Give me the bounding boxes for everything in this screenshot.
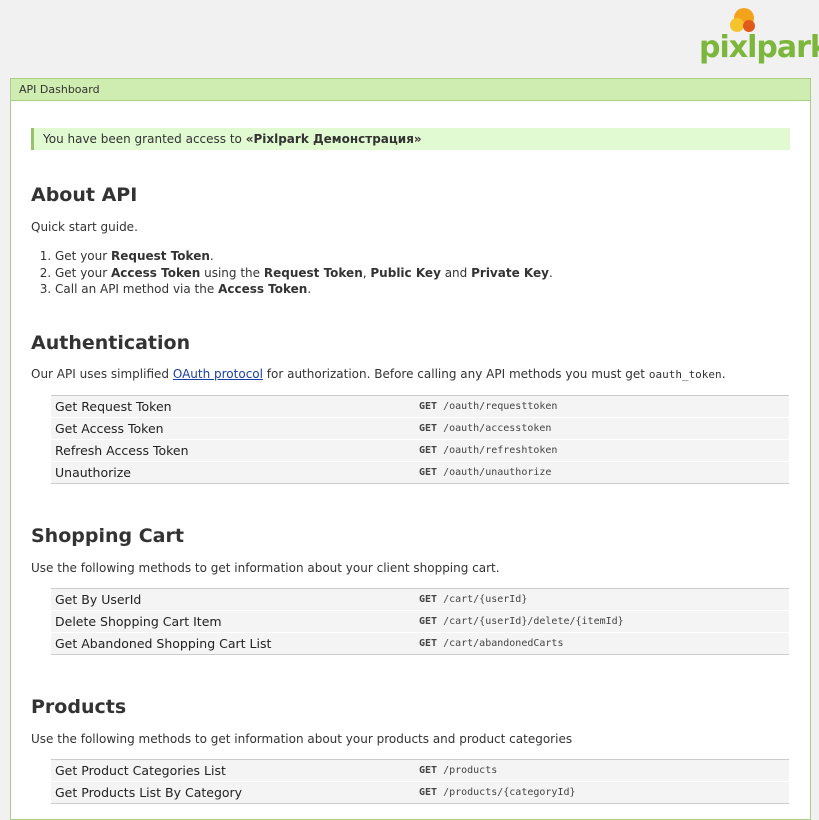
authentication-section: Authentication Our API uses simplified O… — [31, 331, 790, 484]
pixlpark-logo[interactable]: pixlpark — [699, 8, 819, 70]
method-row[interactable]: Unauthorize GET/oauth/unauthorize — [51, 461, 789, 483]
method-route: GET/cart/{userId}/delete/{itemId} — [419, 616, 624, 627]
method-route: GET/cart/abandonedCarts — [419, 638, 563, 649]
endpoint-path: /oauth/unauthorize — [443, 466, 552, 478]
quick-start-step: Call an API method via the Access Token. — [55, 281, 790, 298]
http-verb: GET — [419, 786, 438, 798]
oauth-protocol-link[interactable]: OAuth protocol — [173, 367, 263, 381]
http-verb: GET — [419, 615, 438, 627]
http-verb: GET — [419, 466, 438, 478]
method-row[interactable]: Get Access Token GET/oauth/accesstoken — [51, 417, 789, 440]
endpoint-path: /cart/{userId} — [443, 593, 528, 605]
notice-text: You have been granted access to — [43, 132, 246, 146]
method-row[interactable]: Get Products List By Category GET/product… — [51, 781, 789, 803]
panel-title: API Dashboard — [11, 79, 810, 101]
quick-start-steps: Get your Request Token.Get your Access T… — [31, 248, 790, 298]
about-intro: Quick start guide. — [31, 220, 138, 234]
step-text: and — [440, 265, 472, 280]
method-name-link[interactable]: Delete Shopping Cart Item — [51, 614, 419, 629]
method-name-link[interactable]: Get Access Token — [51, 421, 419, 436]
http-verb: GET — [419, 593, 438, 605]
products-heading: Products — [31, 695, 127, 718]
step-text: . — [548, 265, 553, 280]
endpoint-path: /products/{categoryId} — [443, 786, 576, 798]
oauth-token-code: oauth_token — [648, 367, 722, 381]
step-text: Get your — [55, 265, 111, 280]
method-name-link[interactable]: Get Products List By Category — [51, 785, 419, 800]
authentication-desc: Our API uses simplified OAuth protocol f… — [31, 366, 790, 383]
shopping-cart-heading: Shopping Cart — [31, 524, 184, 547]
method-name-link[interactable]: Unauthorize — [51, 465, 419, 480]
products-section: Products Use the following methods to ge… — [31, 695, 790, 804]
logo-text: pixlpark — [699, 30, 819, 65]
endpoint-path: /oauth/accesstoken — [443, 422, 552, 434]
access-notice: You have been granted access to «Pixlpar… — [31, 128, 790, 150]
about-heading: About API — [31, 184, 138, 206]
method-name-link[interactable]: Get Request Token — [51, 399, 419, 414]
api-dashboard-panel: API Dashboard You have been granted acce… — [10, 78, 811, 820]
panel-body: You have been granted access to «Pixlpar… — [11, 128, 810, 804]
step-keyword: Request Token — [263, 265, 363, 280]
auth-desc-end: . — [721, 366, 726, 381]
quick-start-step: Get your Request Token. — [55, 248, 790, 265]
authentication-methods-table: Get Request Token GET/oauth/requesttoken G… — [51, 394, 789, 484]
method-route: GET/cart/{userId} — [419, 594, 527, 605]
method-route: GET/oauth/unauthorize — [419, 467, 551, 478]
method-route: GET/oauth/requesttoken — [419, 401, 557, 412]
endpoint-path: /oauth/requesttoken — [443, 400, 558, 412]
step-keyword: Public Key — [370, 265, 441, 280]
step-text: . — [307, 282, 312, 296]
products-methods-table: Get Product Categories List GET/products G… — [51, 758, 789, 804]
method-route: GET/oauth/accesstoken — [419, 423, 551, 434]
step-text: Get your — [55, 249, 111, 263]
method-name-link[interactable]: Refresh Access Token — [51, 443, 419, 458]
method-row[interactable]: Get Product Categories List GET/products — [51, 759, 789, 782]
shopping-cart-desc: Use the following methods to get informa… — [31, 560, 500, 575]
http-verb: GET — [419, 400, 438, 412]
method-name-link[interactable]: Get Abandoned Shopping Cart List — [51, 636, 419, 651]
shopping-cart-section: Shopping Cart Use the following methods … — [31, 524, 790, 655]
shopping-cart-methods-table: Get By UserId GET/cart/{userId} Delete Sho… — [51, 587, 789, 655]
step-keyword: Private Key — [471, 265, 549, 280]
method-row[interactable]: Get Abandoned Shopping Cart List GET/cart… — [51, 632, 789, 654]
endpoint-path: /products — [443, 764, 498, 776]
about-section: About API Quick start guide. Get your Re… — [31, 183, 790, 298]
products-desc: Use the following methods to get informa… — [31, 731, 573, 746]
endpoint-path: /oauth/refreshtoken — [443, 444, 558, 456]
method-route: GET/oauth/refreshtoken — [419, 445, 557, 456]
step-keyword: Access Token — [111, 265, 201, 280]
authentication-heading: Authentication — [31, 331, 191, 354]
method-row[interactable]: Delete Shopping Cart Item GET/cart/{userI… — [51, 610, 789, 633]
method-row[interactable]: Get Request Token GET/oauth/requesttoken — [51, 395, 789, 418]
method-name-link[interactable]: Get Product Categories List — [51, 763, 419, 778]
auth-desc-text: Our API uses simplified — [31, 366, 173, 381]
method-route: GET/products — [419, 765, 497, 776]
quick-start-step: Get your Access Token using the Request … — [55, 265, 790, 282]
step-keyword: Request Token — [111, 249, 210, 263]
http-verb: GET — [419, 444, 438, 456]
step-text: Call an API method via the — [55, 282, 219, 296]
step-text: using the — [200, 265, 264, 280]
method-row[interactable]: Get By UserId GET/cart/{userId} — [51, 588, 789, 611]
http-verb: GET — [419, 637, 438, 649]
endpoint-path: /cart/{userId}/delete/{itemId} — [443, 615, 624, 627]
step-text: . — [209, 249, 214, 263]
step-keyword: Access Token — [218, 282, 308, 296]
auth-desc-text-2: for authorization. Before calling any AP… — [262, 366, 649, 381]
method-route: GET/products/{categoryId} — [419, 787, 576, 798]
endpoint-path: /cart/abandonedCarts — [443, 637, 564, 649]
http-verb: GET — [419, 764, 438, 776]
method-row[interactable]: Refresh Access Token GET/oauth/refreshtok… — [51, 439, 789, 462]
notice-account: «Pixlpark Демонстрация» — [245, 132, 422, 146]
http-verb: GET — [419, 422, 438, 434]
method-name-link[interactable]: Get By UserId — [51, 592, 419, 607]
